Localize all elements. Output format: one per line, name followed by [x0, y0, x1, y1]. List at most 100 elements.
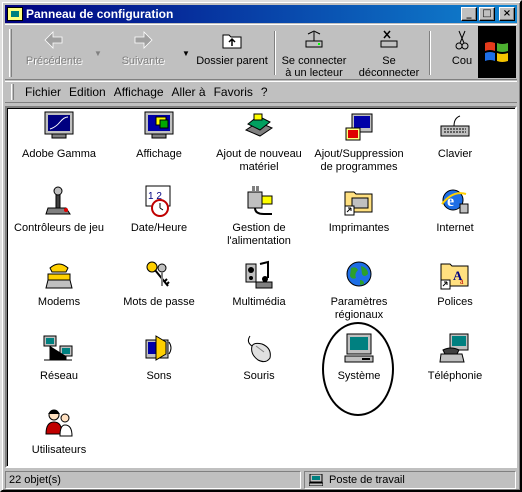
map-drive-label-1: Se connecter — [281, 55, 347, 67]
item-adobe-gamma[interactable]: Adobe Gamma — [11, 110, 107, 161]
item-sons[interactable]: Sons — [111, 332, 207, 383]
back-dropdown-icon[interactable]: ▼ — [94, 49, 102, 58]
status-count-text: 22 objet(s) — [9, 474, 61, 486]
item-clavier[interactable]: Clavier — [407, 110, 503, 161]
up-folder-label: Dossier parent — [196, 55, 268, 67]
item-internet[interactable]: e Internet — [407, 184, 503, 235]
maximize-button[interactable]: □ — [479, 7, 495, 21]
menu-go[interactable]: Aller à — [169, 85, 211, 99]
minimize-button[interactable]: _ — [461, 7, 477, 21]
item-label: Date/Heure — [130, 222, 188, 234]
globe-icon — [342, 258, 376, 292]
power-plug-icon — [242, 184, 276, 218]
keyboard-icon — [438, 110, 472, 144]
item-modems[interactable]: Modems — [11, 258, 107, 309]
speaker-icon — [142, 332, 176, 366]
item-date-heure[interactable]: 1 2 Date/Heure — [111, 184, 207, 235]
modem-telephone-icon — [42, 258, 76, 292]
item-ajout-suppression[interactable]: Ajout/Suppression de programmes — [311, 110, 407, 174]
item-label: Utilisateurs — [31, 444, 87, 456]
highlight-circle — [322, 322, 394, 416]
printer-folder-icon — [342, 184, 376, 218]
control-panel-window: Panneau de configuration _ □ × Précédent… — [0, 0, 522, 492]
item-gestion-alimentation[interactable]: Gestion de l'alimentation — [211, 184, 307, 248]
item-label: Adobe Gamma — [22, 148, 96, 160]
item-label: Sons — [146, 370, 172, 382]
back-arrow-icon — [42, 29, 66, 51]
calendar-clock-icon: 1 2 — [142, 184, 176, 218]
item-parametres-regionaux[interactable]: Paramètres régionaux — [311, 258, 407, 322]
item-polices[interactable]: Aa Polices — [407, 258, 503, 309]
status-count: 22 objet(s) — [5, 471, 301, 489]
item-label: Imprimantes — [328, 222, 390, 234]
menu-file[interactable]: Fichier — [22, 85, 66, 99]
item-ajout-materiel[interactable]: Ajout de nouveau matériel — [211, 110, 307, 174]
network-icon — [42, 332, 76, 366]
back-button[interactable]: Précédente — [19, 29, 89, 79]
item-label: Internet — [436, 222, 474, 234]
telephony-icon — [438, 332, 472, 366]
fonts-folder-icon: Aa — [438, 258, 472, 292]
item-souris[interactable]: Souris — [211, 332, 307, 383]
status-location: Poste de travail — [304, 471, 516, 489]
item-utilisateurs[interactable]: Utilisateurs — [11, 406, 107, 457]
keys-icon — [142, 258, 176, 292]
title-bar[interactable]: Panneau de configuration _ □ × — [5, 5, 517, 23]
item-label: Gestion de l'alimentation — [227, 222, 291, 247]
disconnect-label-2: déconnecter — [358, 67, 420, 79]
item-label: Contrôleurs de jeu — [14, 222, 104, 234]
toolbar-grip[interactable] — [9, 29, 12, 77]
add-hardware-icon — [242, 110, 276, 144]
item-reseau[interactable]: Réseau — [11, 332, 107, 383]
item-controleurs-jeu[interactable]: Contrôleurs de jeu — [11, 184, 107, 235]
forward-arrow-icon — [131, 29, 155, 51]
display-icon — [142, 110, 176, 144]
multimedia-icon — [242, 258, 276, 292]
mouse-icon — [242, 332, 276, 366]
disconnect-drive-icon — [377, 29, 401, 51]
item-label: Affichage — [136, 148, 182, 160]
map-drive-button[interactable]: Se connecter à un lecteur — [278, 29, 350, 79]
up-folder-button[interactable]: Dossier parent — [194, 29, 270, 79]
status-bar: 22 objet(s) Poste de travail — [5, 470, 517, 490]
close-button[interactable]: × — [499, 7, 515, 21]
item-label: Paramètres régionaux — [330, 296, 388, 321]
item-label: Mots de passe — [123, 296, 195, 308]
menu-view[interactable]: Affichage — [111, 85, 169, 99]
item-telephonie[interactable]: Téléphonie — [407, 332, 503, 383]
computer-icon — [308, 473, 324, 487]
disconnect-button[interactable]: Se déconnecter — [354, 29, 424, 79]
disconnect-label-1: Se — [382, 55, 396, 67]
back-label: Précédente — [25, 55, 83, 67]
item-label: Téléphonie — [427, 370, 483, 382]
item-multimedia[interactable]: Multimédia — [211, 258, 307, 309]
folder-up-icon — [220, 29, 244, 51]
menu-edit[interactable]: Edition — [66, 85, 111, 99]
icon-view: Adobe Gamma Affichage Ajout de nouveau m… — [5, 106, 517, 468]
forward-button[interactable]: Suivante — [110, 29, 176, 79]
window-title: Panneau de configuration — [26, 7, 174, 21]
monitor-gamma-icon — [42, 110, 76, 144]
menu-grip[interactable] — [11, 84, 14, 100]
map-drive-icon — [302, 29, 326, 51]
windows-logo-icon — [478, 26, 516, 78]
item-label: Réseau — [40, 370, 78, 382]
forward-label: Suivante — [121, 55, 165, 67]
toolbar-separator — [429, 31, 431, 75]
item-label: Multimédia — [232, 296, 286, 308]
item-label: Polices — [437, 296, 473, 308]
item-imprimantes[interactable]: Imprimantes — [311, 184, 407, 235]
item-label: Ajout/Suppression de programmes — [314, 148, 404, 173]
menu-favorites[interactable]: Favoris — [211, 85, 258, 99]
menu-help[interactable]: ? — [258, 85, 273, 99]
internet-globe-icon: e — [438, 184, 472, 218]
users-icon — [42, 406, 76, 440]
cut-button[interactable]: Cou — [447, 29, 477, 79]
forward-dropdown-icon[interactable]: ▼ — [182, 49, 190, 58]
item-label: Modems — [37, 296, 81, 308]
control-panel-icon — [7, 7, 23, 21]
item-mots-de-passe[interactable]: Mots de passe — [111, 258, 207, 309]
item-affichage[interactable]: Affichage — [111, 110, 207, 161]
item-label: Clavier — [437, 148, 473, 160]
joystick-icon — [42, 184, 76, 218]
